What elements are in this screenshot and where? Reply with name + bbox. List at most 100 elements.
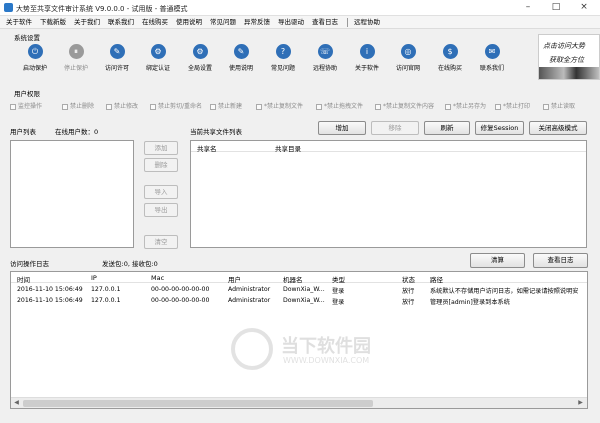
permission-checkbox[interactable]: 禁止新建 — [210, 101, 242, 110]
scrollbar-thumb[interactable] — [23, 400, 373, 407]
log-cell: 2016-11-10 15:06:49 — [17, 286, 83, 293]
toolbar-button-contact[interactable]: ✉ 联系我们 — [472, 44, 512, 76]
log-cell: 2016-11-10 15:06:49 — [17, 297, 83, 304]
checkbox-box[interactable] — [495, 103, 501, 110]
permission-label: 禁止读取 — [551, 103, 576, 110]
permission-checkbox[interactable]: *禁止打印 — [495, 101, 530, 110]
menu-view-log[interactable]: 查看日志 — [312, 16, 338, 29]
table-row[interactable]: 2016-11-10 15:06:49 127.0.0.1 00-00-00-00-… — [11, 285, 587, 295]
permission-checkbox[interactable]: 监控操作 — [10, 101, 42, 110]
info-icon: i — [359, 44, 375, 59]
toolbar-button-label: 常见问题 — [270, 65, 295, 72]
maximize-button[interactable]: □ — [542, 0, 570, 15]
scroll-left-icon[interactable]: ◀ — [12, 399, 21, 407]
permission-checkbox[interactable]: 禁止删除 — [62, 101, 94, 110]
menu-about-us[interactable]: 关于我们 — [74, 16, 100, 29]
toolbar-button-question[interactable]: ? 常见问题 — [263, 44, 303, 76]
watermark-subtext: WWW.DOWNXIA.COM — [283, 356, 370, 365]
toolbar-button-label: 停止保护 — [63, 65, 88, 72]
log-column-header[interactable]: 时间 — [17, 274, 30, 284]
export-users-button[interactable]: 导出 — [144, 203, 178, 217]
permission-checkbox[interactable]: *禁止另存为 — [445, 101, 486, 110]
repair-session-button[interactable]: 修复Session — [475, 121, 524, 135]
refresh-button[interactable]: 刷新 — [424, 121, 470, 135]
table-row[interactable]: 2016-11-10 15:06:49 127.0.0.1 00-00-00-00-… — [11, 296, 587, 306]
checkbox-box[interactable] — [316, 103, 322, 110]
checkbox-box[interactable] — [106, 103, 112, 110]
toolbar-button-remote[interactable]: ☏ 远程协助 — [305, 44, 345, 76]
permission-checkbox[interactable]: *禁止复制文件 — [256, 101, 303, 110]
log-column-header[interactable]: Mac — [151, 274, 164, 282]
permission-checkbox[interactable]: *禁止拖拽文件 — [316, 101, 363, 110]
permission-checkbox[interactable]: 禁止修改 — [106, 101, 138, 110]
permission-label: *禁止拖拽文件 — [324, 103, 364, 110]
log-column-header[interactable]: 类型 — [332, 274, 345, 284]
toolbar-button-label: 使用说明 — [228, 65, 253, 72]
access-log-table[interactable]: 时间 IP Mac 用户 机器名 类型 状态 路径 2016-11-10 15:06:49 12… — [10, 271, 588, 409]
clear-users-button[interactable]: 清空 — [144, 235, 178, 249]
checkbox-box[interactable] — [10, 103, 16, 110]
close-button[interactable]: × — [570, 0, 598, 15]
checkbox-box[interactable] — [256, 103, 262, 110]
toolbar-button-info[interactable]: i 关于软件 — [347, 44, 387, 76]
log-cell: 放行 — [402, 299, 415, 306]
toolbar-button-settings[interactable]: ⚙ 全局设置 — [180, 44, 220, 76]
menu-instructions[interactable]: 使用说明 — [176, 16, 202, 29]
checkbox-box[interactable] — [150, 103, 156, 110]
remove-share-button[interactable]: 移除 — [371, 121, 419, 135]
add-user-button[interactable]: 添加 — [144, 141, 178, 155]
checkbox-box[interactable] — [543, 103, 549, 110]
log-column-header[interactable]: 路径 — [430, 274, 443, 284]
permission-checkbox[interactable]: 禁止剪切/重命名 — [150, 101, 202, 110]
log-cell: 127.0.0.1 — [91, 297, 121, 304]
toolbar-button-book[interactable]: ✎ 使用说明 — [221, 44, 261, 76]
remote-icon: ☏ — [317, 44, 333, 59]
clear-log-button[interactable]: 清算 — [470, 253, 525, 268]
user-list-label: 用户列表 — [10, 128, 36, 136]
share-list-table[interactable]: 共享名 共享目录 — [190, 140, 587, 248]
menu-buy-online[interactable]: 在线购买 — [142, 16, 168, 29]
permission-checkbox[interactable]: *禁止复制文件内容 — [375, 101, 434, 110]
menu-remote-assist[interactable]: 远程协助 — [354, 16, 380, 29]
checkbox-box[interactable] — [375, 103, 381, 110]
log-cell: 放行 — [402, 288, 415, 295]
column-share-name[interactable]: 共享名 — [197, 143, 217, 153]
log-column-header[interactable]: IP — [91, 274, 97, 282]
toolbar-button-cart[interactable]: $ 在线购买 — [430, 44, 470, 76]
permission-label: 禁止删除 — [70, 103, 95, 110]
toolbar-button-gear[interactable]: ⚙ 绑定认证 — [138, 44, 178, 76]
toolbar-button-label: 绑定认证 — [145, 65, 170, 72]
column-share-directory[interactable]: 共享目录 — [275, 143, 301, 153]
permission-label: *禁止另存为 — [453, 103, 487, 110]
menu-feedback[interactable]: 异常反馈 — [244, 16, 270, 29]
permission-checkbox[interactable]: 禁止读取 — [543, 101, 575, 110]
view-log-button[interactable]: 查看日志 — [533, 253, 588, 268]
horizontal-scrollbar[interactable]: ◀ ▶ — [11, 397, 587, 408]
log-column-header[interactable]: 状态 — [402, 274, 415, 284]
log-column-header[interactable]: 机器名 — [283, 274, 303, 284]
log-column-header[interactable]: 用户 — [228, 274, 241, 284]
toolbar-button-globe[interactable]: ◎ 访问官网 — [388, 44, 428, 76]
log-cell: 系统默认不存储用户访问日志，如需记录请按照说明安 — [430, 288, 579, 295]
menu-download-new[interactable]: 下载新版 — [40, 16, 66, 29]
add-share-button[interactable]: 增加 — [318, 121, 366, 135]
checkbox-box[interactable] — [210, 103, 216, 110]
minimize-button[interactable]: – — [514, 0, 542, 15]
scroll-right-icon[interactable]: ▶ — [576, 399, 585, 407]
toolbar-button-key[interactable]: ✎ 访问许可 — [97, 44, 137, 76]
logo-line-1: 点击访问大势 — [543, 42, 585, 50]
menu-faq[interactable]: 常见问题 — [210, 16, 236, 29]
checkbox-box[interactable] — [445, 103, 451, 110]
logo-banner[interactable]: 点击访问大势 获取全方位 — [538, 34, 600, 80]
checkbox-box[interactable] — [62, 103, 68, 110]
close-advanced-mode-button[interactable]: 关闭高级模式 — [529, 121, 587, 135]
toolbar-button-power[interactable]: ⏻ 启动保护 — [15, 44, 55, 76]
toolbar-button-pause[interactable]: ⏸ 停止保护 — [56, 44, 96, 76]
user-list[interactable] — [10, 140, 134, 248]
menu-export-driver[interactable]: 导出驱动 — [278, 16, 304, 29]
menu-separator — [347, 18, 348, 27]
menu-about-software[interactable]: 关于软件 — [6, 16, 32, 29]
import-users-button[interactable]: 导入 — [144, 185, 178, 199]
menu-contact-us[interactable]: 联系我们 — [108, 16, 134, 29]
delete-user-button[interactable]: 删除 — [144, 158, 178, 172]
